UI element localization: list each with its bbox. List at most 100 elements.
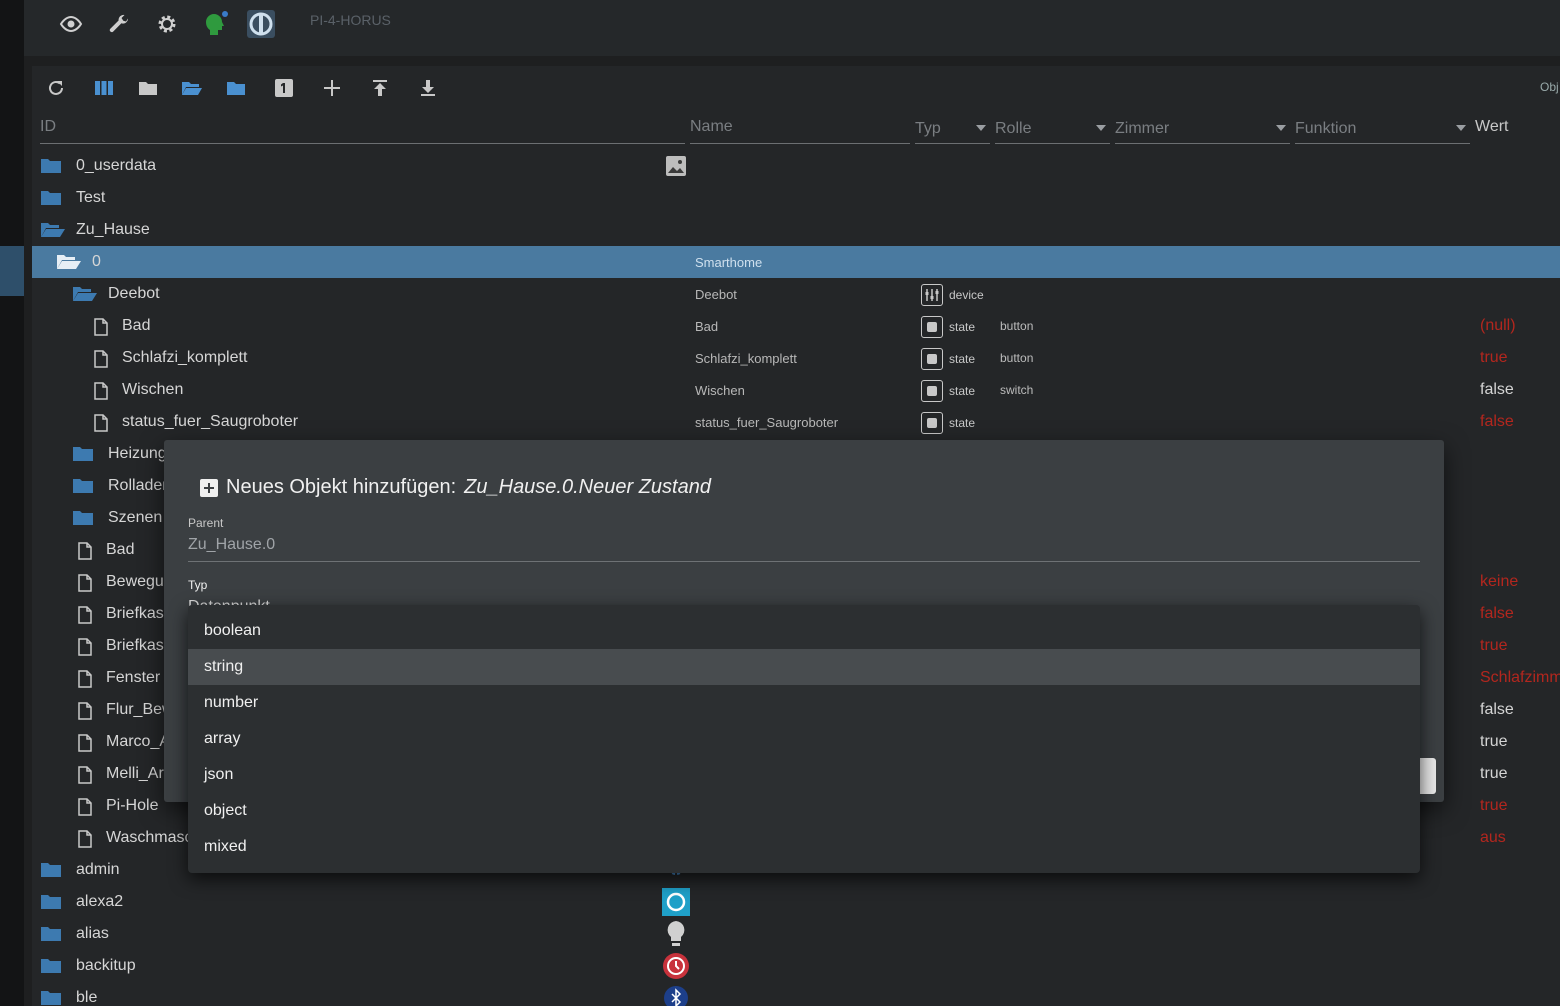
count-one-icon[interactable]	[270, 76, 298, 100]
row-value[interactable]: true	[1480, 765, 1508, 783]
folder-icon[interactable]	[134, 76, 162, 100]
file-icon[interactable]	[78, 606, 92, 629]
row-id: ble	[76, 989, 98, 1006]
refresh-icon[interactable]	[42, 76, 70, 100]
row-type: state	[921, 348, 975, 370]
folder-icon[interactable]	[40, 958, 62, 979]
file-icon[interactable]	[78, 542, 92, 565]
file-icon[interactable]	[78, 702, 92, 725]
tree-row[interactable]: Test	[32, 182, 1560, 214]
tree-row[interactable]: Schlafzi_komplett Schlafzi_komplett state b…	[32, 342, 1560, 374]
file-icon[interactable]	[78, 734, 92, 757]
folder-open-icon[interactable]	[40, 222, 66, 243]
download-icon[interactable]	[414, 76, 442, 100]
alexa-adapter-icon[interactable]	[662, 888, 690, 916]
filter-typ[interactable]: Typ	[915, 116, 990, 144]
tree-row[interactable]: Zu_Hause	[32, 214, 1560, 246]
folder-icon[interactable]	[40, 894, 62, 915]
filter-id[interactable]: ID	[40, 116, 685, 144]
lightbulb-icon[interactable]	[662, 920, 690, 948]
file-icon[interactable]	[94, 350, 108, 373]
expert-mode-head-icon[interactable]	[200, 10, 230, 38]
row-value[interactable]: true	[1480, 637, 1508, 655]
dialog-action-button[interactable]	[1420, 758, 1436, 794]
image-icon[interactable]	[662, 152, 690, 180]
wrench-icon[interactable]	[104, 10, 134, 38]
folder-open-icon[interactable]	[178, 76, 206, 100]
row-id: Briefkast	[106, 637, 169, 654]
tree-row[interactable]: backitup	[32, 950, 1560, 982]
row-value[interactable]: keine	[1480, 573, 1518, 591]
add-box-icon	[200, 478, 218, 497]
folder-icon[interactable]	[72, 446, 94, 467]
row-value[interactable]: false	[1480, 605, 1514, 623]
tree-row[interactable]: alias	[32, 918, 1560, 950]
row-value[interactable]: true	[1480, 733, 1508, 751]
type-option-number[interactable]: number	[188, 685, 1420, 721]
folder-icon[interactable]	[72, 510, 94, 531]
file-icon[interactable]	[94, 382, 108, 405]
filter-name[interactable]: Name	[690, 116, 910, 144]
tree-row[interactable]: Deebot Deebot device	[32, 278, 1560, 310]
folder-icon[interactable]	[40, 158, 62, 179]
file-icon[interactable]	[78, 766, 92, 789]
row-value[interactable]: false	[1480, 381, 1514, 399]
file-icon[interactable]	[94, 414, 108, 437]
tree-row[interactable]: alexa2	[32, 886, 1560, 918]
tree-row[interactable]: ble	[32, 982, 1560, 1006]
filter-funktion[interactable]: Funktion	[1295, 116, 1470, 144]
filter-zimmer[interactable]: Zimmer	[1115, 116, 1290, 144]
type-option-array[interactable]: array	[188, 721, 1420, 757]
type-option-boolean[interactable]: boolean	[188, 613, 1420, 649]
row-value[interactable]: Schlafzimm	[1480, 669, 1560, 687]
type-option-json[interactable]: json	[188, 757, 1420, 793]
tree-row[interactable]: status_fuer_Saugroboter status_fuer_Saugr…	[32, 406, 1560, 438]
row-id: Schlafzi_komplett	[122, 349, 248, 366]
type-option-mixed[interactable]: mixed	[188, 829, 1420, 865]
backup-clock-icon[interactable]	[662, 952, 690, 980]
folder-collapse-icon[interactable]	[222, 76, 250, 100]
upload-icon[interactable]	[366, 76, 394, 100]
file-icon[interactable]	[78, 670, 92, 693]
row-value[interactable]: true	[1480, 797, 1508, 815]
column-wert-label: Wert	[1475, 118, 1509, 135]
row-value[interactable]: false	[1480, 413, 1514, 431]
folder-icon[interactable]	[40, 862, 62, 883]
file-icon[interactable]	[78, 830, 92, 853]
row-id: Bad	[106, 541, 135, 558]
add-icon[interactable]	[318, 76, 346, 100]
file-icon[interactable]	[78, 638, 92, 661]
columns-icon[interactable]	[90, 76, 118, 100]
tree-row[interactable]: 0_userdata	[32, 150, 1560, 182]
dialog-title: Neues Objekt hinzufügen: Zu_Hause.0.Neue…	[200, 476, 711, 499]
filter-rolle[interactable]: Rolle	[995, 116, 1110, 144]
folder-icon[interactable]	[40, 926, 62, 947]
folder-icon[interactable]	[40, 190, 62, 211]
row-id: backitup	[76, 957, 136, 974]
parent-field-underline	[188, 561, 1420, 562]
file-icon[interactable]	[78, 798, 92, 821]
row-type-label: state	[949, 416, 976, 430]
folder-icon[interactable]	[40, 990, 62, 1006]
row-value[interactable]: aus	[1480, 829, 1506, 847]
tree-row[interactable]: Wischen Wischen state switch false	[32, 374, 1560, 406]
row-value[interactable]: false	[1480, 701, 1514, 719]
folder-open-icon[interactable]	[72, 286, 98, 307]
row-value[interactable]: true	[1480, 349, 1508, 367]
folder-icon[interactable]	[72, 478, 94, 499]
type-option-object[interactable]: object	[188, 793, 1420, 829]
gear-icon[interactable]	[152, 10, 182, 38]
eye-icon[interactable]	[56, 10, 86, 38]
row-id: Szenen	[108, 509, 163, 526]
tree-row[interactable]: 0 Smarthome	[32, 246, 1560, 278]
bluetooth-icon[interactable]	[662, 984, 690, 1006]
file-icon[interactable]	[78, 574, 92, 597]
folder-open-icon[interactable]	[56, 254, 82, 275]
left-sidebar-selected-item[interactable]	[0, 246, 24, 296]
file-icon[interactable]	[94, 318, 108, 341]
row-value[interactable]: (null)	[1480, 317, 1516, 335]
chevron-down-icon	[1276, 125, 1286, 131]
type-option-string[interactable]: string	[188, 649, 1420, 685]
tree-row[interactable]: Bad Bad state button (null)	[32, 310, 1560, 342]
parent-label: Parent	[188, 516, 224, 530]
